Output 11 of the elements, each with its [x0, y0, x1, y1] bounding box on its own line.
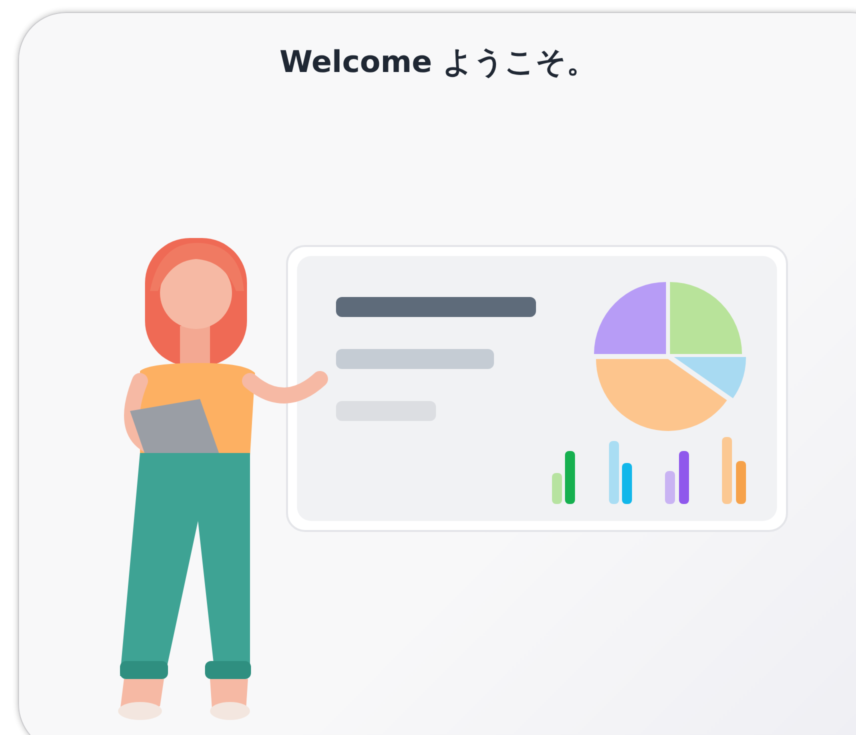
chart-bar	[609, 441, 619, 504]
chart-bar	[736, 461, 746, 504]
welcome-title: Welcome ようこそ。	[279, 44, 597, 82]
chart-bar	[679, 451, 689, 504]
pie-slice	[670, 282, 742, 354]
chart-bar	[565, 451, 575, 504]
chart-bar	[722, 437, 732, 504]
chart-bar	[665, 471, 675, 504]
chart-bar	[552, 473, 562, 504]
pie-slice	[594, 282, 666, 354]
chart-bar	[622, 463, 632, 504]
